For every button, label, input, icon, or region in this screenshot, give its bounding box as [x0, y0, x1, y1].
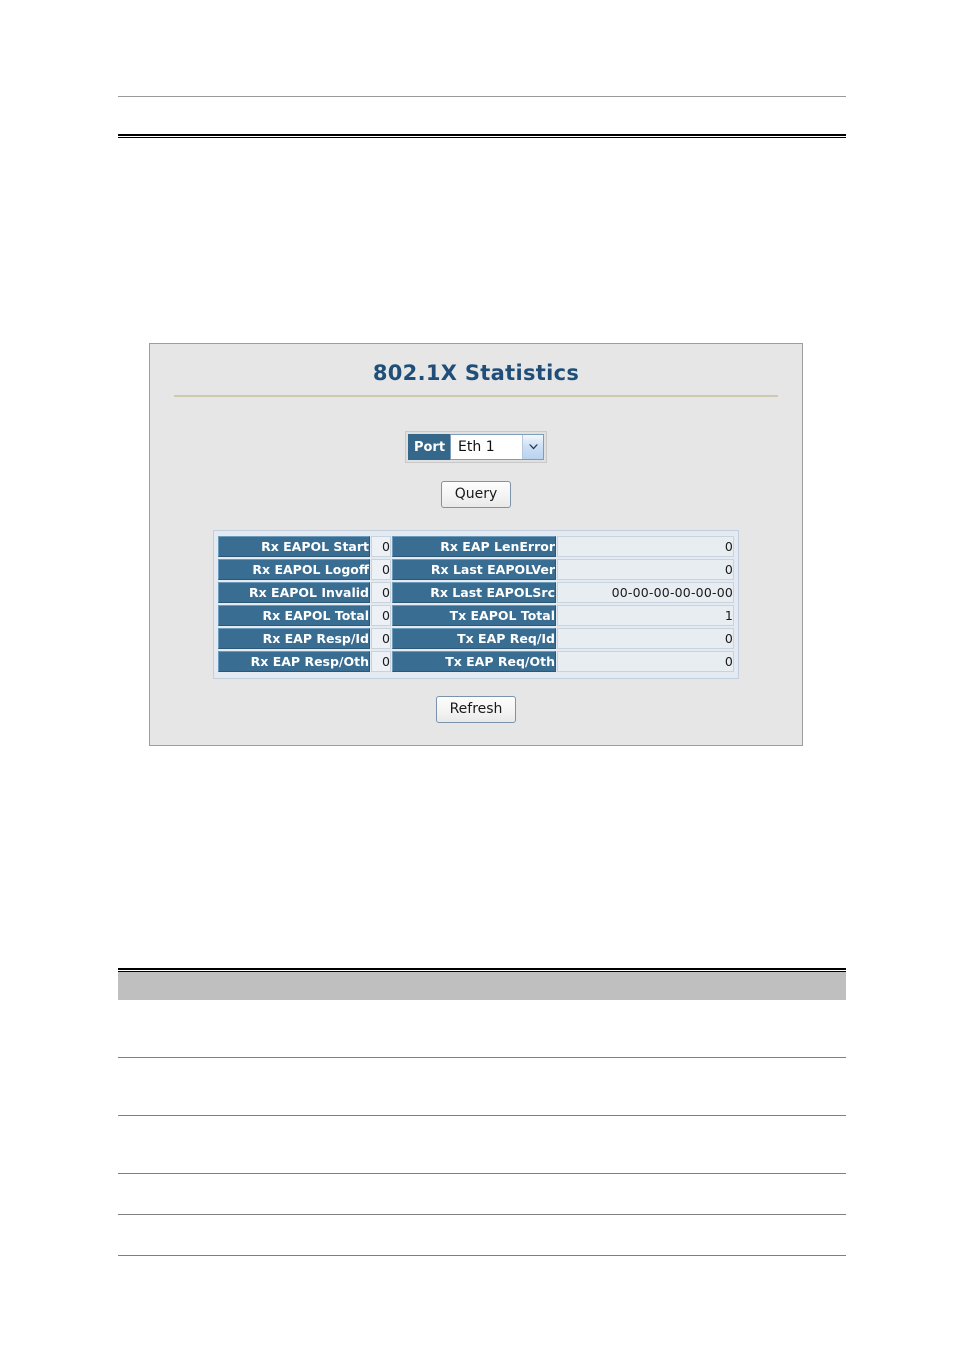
statistics-panel: 802.1X Statistics Port Eth 1 Query Rx EA… — [149, 343, 803, 746]
table-row: Rx EAPOL Logoff 0 Rx Last EAPOLVer 0 — [218, 559, 734, 581]
stat-label-left: Rx EAP Resp/Id — [218, 628, 370, 650]
table-row — [118, 1058, 846, 1116]
table-row — [118, 1116, 846, 1174]
table-row: Rx EAPOL Total 0 Tx EAPOL Total 1 — [218, 605, 734, 627]
port-select[interactable]: Eth 1 — [450, 434, 545, 460]
stat-value-right: 0 — [557, 651, 734, 673]
title-divider — [174, 395, 778, 397]
stat-value-right: 1 — [557, 605, 734, 627]
table-row: Rx EAP Resp/Oth 0 Tx EAP Req/Oth 0 — [218, 651, 734, 673]
statistics-table: Rx EAPOL Start 0 Rx EAP LenError 0 Rx EA… — [217, 534, 735, 674]
stat-value-right: 00-00-00-00-00-00 — [557, 582, 734, 604]
stat-value-right: 0 — [557, 559, 734, 581]
document-table-header-band — [118, 972, 846, 1000]
stat-value-right: 0 — [557, 628, 734, 650]
rule-thin-line — [118, 137, 846, 138]
refresh-button-row: Refresh — [150, 696, 802, 724]
stat-value-left: 0 — [371, 559, 391, 581]
stat-value-left: 0 — [371, 651, 391, 673]
refresh-button[interactable]: Refresh — [435, 696, 517, 724]
statistics-table-body: Rx EAPOL Start 0 Rx EAP LenError 0 Rx EA… — [218, 536, 734, 673]
stat-value-right: 0 — [557, 536, 734, 558]
stat-label-right: Rx Last EAPOLSrc — [392, 582, 556, 604]
stat-label-left: Rx EAPOL Invalid — [218, 582, 370, 604]
port-label: Port — [407, 434, 451, 460]
stat-value-left: 0 — [371, 605, 391, 627]
stat-value-left: 0 — [371, 582, 391, 604]
stat-label-left: Rx EAP Resp/Oth — [218, 651, 370, 673]
table-row: Rx EAPOL Invalid 0 Rx Last EAPOLSrc 00-0… — [218, 582, 734, 604]
stat-label-left: Rx EAPOL Start — [218, 536, 370, 558]
page-header-double-rule — [118, 134, 846, 139]
chevron-down-icon[interactable] — [522, 435, 544, 459]
stat-label-left: Rx EAPOL Total — [218, 605, 370, 627]
table-row: Rx EAP Resp/Id 0 Tx EAP Req/Id 0 — [218, 628, 734, 650]
statistics-table-container: Rx EAPOL Start 0 Rx EAP LenError 0 Rx EA… — [213, 530, 739, 680]
query-button[interactable]: Query — [440, 481, 512, 509]
stat-label-right: Rx Last EAPOLVer — [392, 559, 556, 581]
port-selector-row: Port Eth 1 — [150, 431, 802, 463]
stat-label-right: Tx EAP Req/Oth — [392, 651, 556, 673]
port-select-value: Eth 1 — [458, 439, 495, 455]
page-title: 802.1X Statistics — [372, 361, 580, 385]
query-button-row: Query — [150, 481, 802, 509]
table-row: Rx EAPOL Start 0 Rx EAP LenError 0 — [218, 536, 734, 558]
document-table — [118, 968, 846, 1256]
stat-label-left: Rx EAPOL Logoff — [218, 559, 370, 581]
stat-value-left: 0 — [371, 536, 391, 558]
port-selector-group: Port Eth 1 — [404, 431, 548, 463]
table-row — [118, 1215, 846, 1256]
table-row — [118, 1174, 846, 1215]
page-header-thin-rule — [118, 96, 846, 97]
stat-label-right: Rx EAP LenError — [392, 536, 556, 558]
table-row — [118, 1000, 846, 1058]
stat-label-right: Tx EAPOL Total — [392, 605, 556, 627]
stat-value-left: 0 — [371, 628, 391, 650]
stat-label-right: Tx EAP Req/Id — [392, 628, 556, 650]
